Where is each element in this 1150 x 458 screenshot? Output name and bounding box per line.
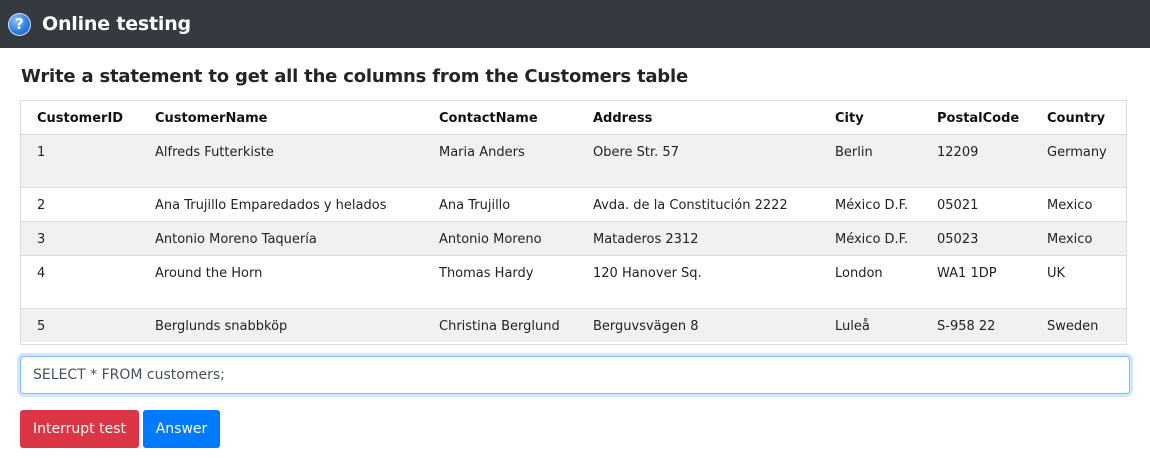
table-cell: Christina Berglund [439, 318, 560, 334]
table-cell: Berglunds snabbköp [155, 318, 288, 334]
table-cell: 12209 [937, 144, 979, 160]
help-icon: ? [8, 12, 31, 36]
table-cell: Sweden [1047, 318, 1099, 334]
table-cell: Thomas Hardy [439, 265, 534, 281]
table-cell: Maria Anders [439, 144, 525, 160]
column-header: ContactName [439, 111, 538, 126]
table-cell: Mexico [1047, 197, 1093, 213]
table-cell: México D.F. [835, 197, 909, 213]
table-cell: 5 [37, 318, 46, 334]
customers-table: CustomerID CustomerName ContactName Addr… [20, 100, 1127, 345]
table-cell: México D.F. [835, 231, 909, 247]
question-text: Write a statement to get all the columns… [21, 66, 688, 87]
table-cell: Mexico [1047, 231, 1093, 247]
table-cell: 2 [37, 197, 46, 213]
column-header: City [835, 111, 864, 126]
table-cell: Ana Trujillo Emparedados y helados [155, 197, 387, 213]
column-header: CustomerID [37, 111, 124, 126]
table-cell: Mataderos 2312 [593, 231, 699, 247]
interrupt-test-button[interactable]: Interrupt test [20, 410, 139, 448]
table-row: 3 Antonio Moreno Taquería Antonio Moreno… [21, 221, 1126, 255]
table-cell: Luleå [835, 318, 870, 334]
table-cell: Germany [1047, 144, 1107, 160]
table-cell: London [835, 265, 883, 281]
table-row: 5 Berglunds snabbköp Christina Berglund … [21, 308, 1126, 342]
table-cell: 3 [37, 231, 46, 247]
app-title: Online testing [42, 13, 191, 35]
table-header-row: CustomerID CustomerName ContactName Addr… [21, 101, 1126, 134]
column-header: PostalCode [937, 111, 1020, 126]
sql-query-input[interactable] [20, 356, 1130, 394]
table-cell: Antonio Moreno [439, 231, 542, 247]
table-row: 2 Ana Trujillo Emparedados y helados Ana… [21, 187, 1126, 221]
table-cell: Alfreds Futterkiste [155, 144, 274, 160]
table-cell: Berguvsvägen 8 [593, 318, 699, 334]
table-cell: Ana Trujillo [439, 197, 511, 213]
table-cell: Antonio Moreno Taquería [155, 231, 317, 247]
column-header: CustomerName [155, 111, 268, 126]
table-cell: Obere Str. 57 [593, 144, 679, 160]
table-cell: 4 [37, 265, 46, 281]
table-cell: 05023 [937, 231, 979, 247]
top-bar: ? Online testing [0, 0, 1150, 48]
table-cell: Berlin [835, 144, 873, 160]
table-cell: UK [1047, 265, 1066, 281]
table-row: 1 Alfreds Futterkiste Maria Anders Obere… [21, 134, 1126, 187]
column-header: Country [1047, 111, 1106, 126]
table-cell: WA1 1DP [937, 265, 997, 281]
table-cell: S-958 22 [937, 318, 996, 334]
table-cell: 120 Hanover Sq. [593, 265, 702, 281]
table-cell: Around the Horn [155, 265, 263, 281]
table-row: 4 Around the Horn Thomas Hardy 120 Hanov… [21, 255, 1126, 308]
table-cell: Avda. de la Constitución 2222 [593, 197, 788, 213]
table-cell: 1 [37, 144, 46, 160]
column-header: Address [593, 111, 653, 126]
table-cell: 05021 [937, 197, 979, 213]
answer-button[interactable]: Answer [143, 410, 220, 448]
